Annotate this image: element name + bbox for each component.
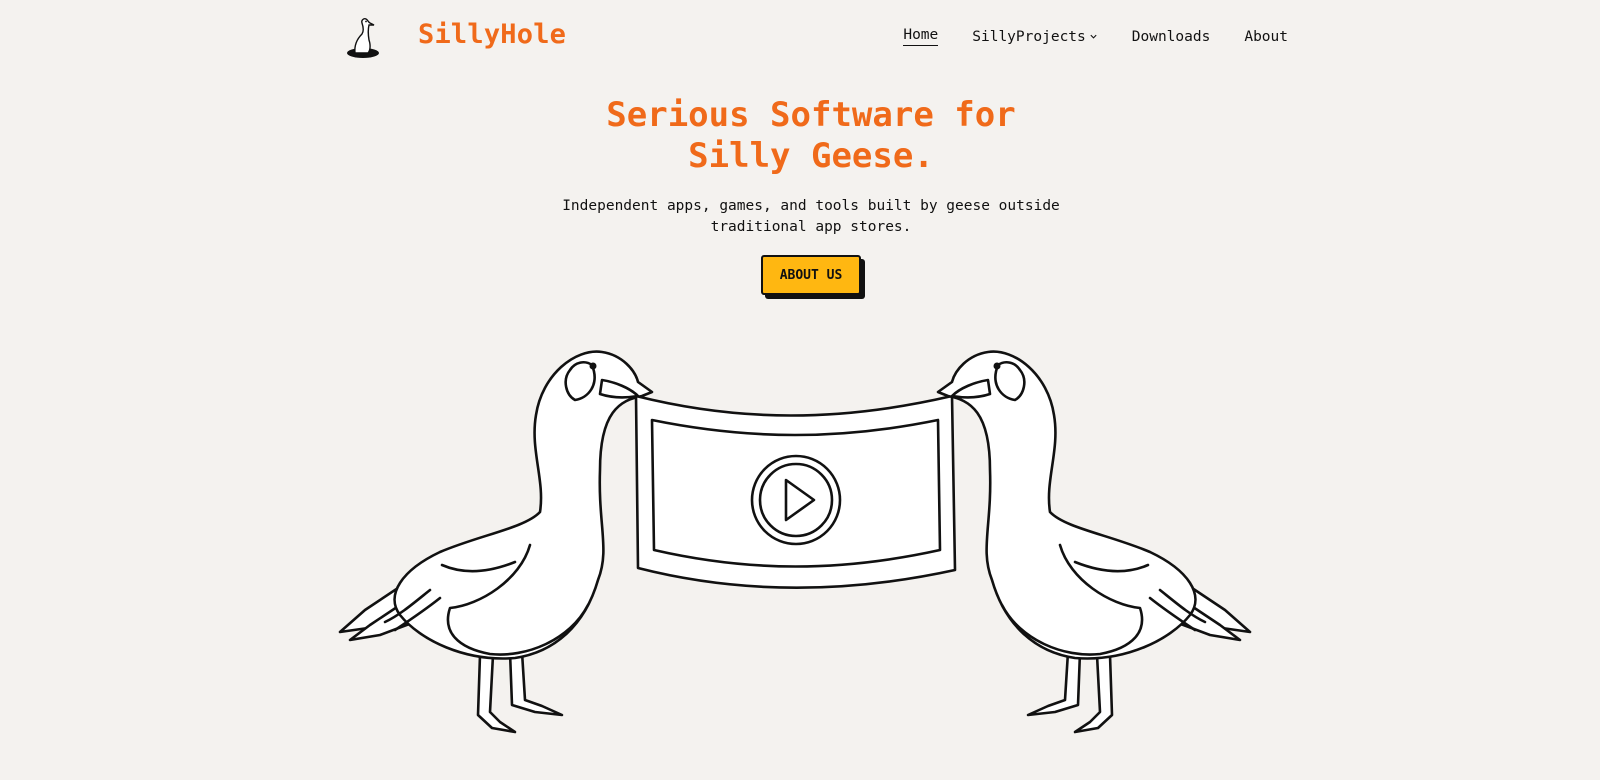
goose-in-hole-icon[interactable] [343, 16, 383, 60]
right-goose-illustration [936, 350, 1252, 734]
brand-link[interactable]: SillyHole [418, 19, 566, 50]
nav-about[interactable]: About [1244, 29, 1288, 45]
hero-title: Serious Software for Silly Geese. [0, 95, 1600, 177]
nav-downloads[interactable]: Downloads [1132, 29, 1211, 45]
hero-subtitle-line-1: Independent apps, games, and tools built… [562, 198, 1060, 214]
nav-sillyprojects-label: SillyProjects [972, 28, 1086, 45]
hero-subtitle: Independent apps, games, and tools built… [0, 196, 1600, 238]
hero-title-line-2: Silly Geese. [688, 136, 934, 176]
page: SillyHole Home SillyProjects Downloads A… [0, 0, 1600, 780]
video-banner [634, 394, 957, 590]
geese-banner-illustration [338, 350, 1252, 734]
about-us-button[interactable]: ABOUT US [761, 255, 861, 295]
left-goose-illustration [338, 350, 654, 734]
hero-subtitle-line-2: traditional app stores. [710, 219, 912, 235]
hero-title-line-1: Serious Software for [606, 95, 1016, 135]
main-nav: Home SillyProjects Downloads About [903, 27, 1288, 46]
nav-sillyprojects[interactable]: SillyProjects [972, 29, 1098, 45]
nav-home[interactable]: Home [903, 27, 939, 46]
site-header: SillyHole Home SillyProjects Downloads A… [0, 0, 1600, 76]
chevron-down-icon [1090, 34, 1097, 39]
